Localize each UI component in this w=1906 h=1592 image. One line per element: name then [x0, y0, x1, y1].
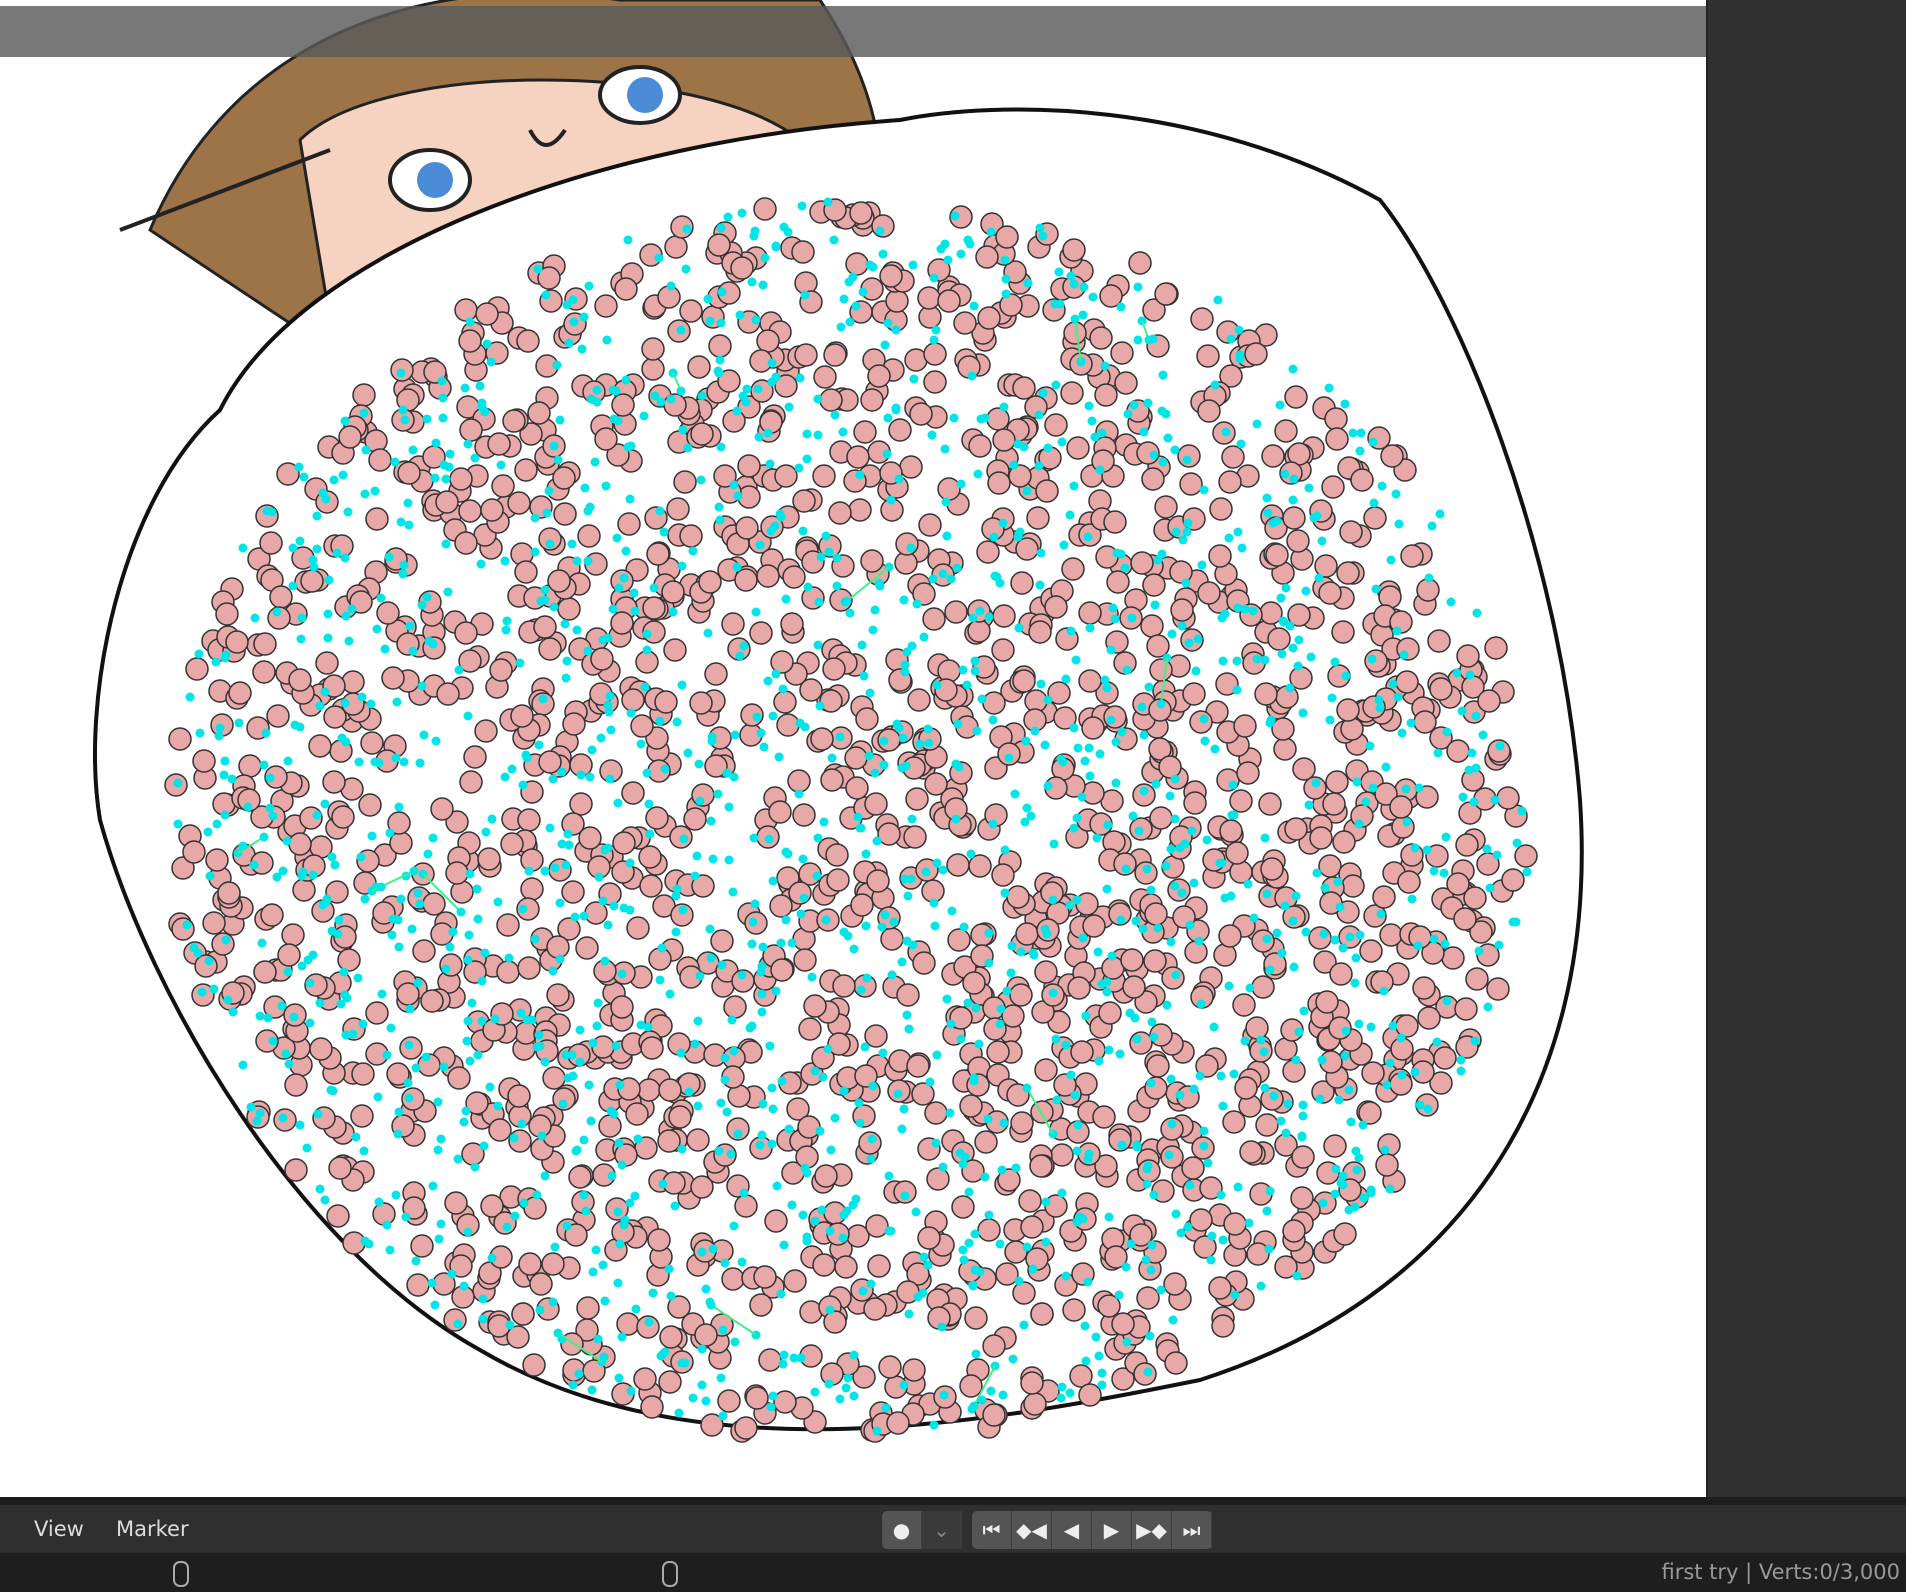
3d-viewport[interactable] — [0, 0, 1706, 1497]
area-divider[interactable] — [0, 1497, 1906, 1505]
prev-keyframe-button[interactable]: ◆◀ — [1012, 1511, 1052, 1549]
record-dropdown-icon[interactable]: ⌄ — [922, 1511, 962, 1549]
playback-controls: ⏮ ◆◀ ◀ ▶ ▶◆ ⏭ — [972, 1511, 1212, 1549]
play-button[interactable]: ▶ — [1092, 1511, 1132, 1549]
menu-view[interactable]: View — [34, 1517, 84, 1541]
record-group: ● ⌄ — [882, 1511, 962, 1549]
status-bar: first try | Verts:0/3,000 — [0, 1553, 1906, 1592]
next-keyframe-button[interactable]: ▶◆ — [1132, 1511, 1172, 1549]
record-button[interactable]: ● — [882, 1511, 922, 1549]
status-stats: first try | Verts:0/3,000 — [1661, 1560, 1900, 1584]
jump-start-button[interactable]: ⏮ — [972, 1511, 1012, 1549]
sidebar-panel — [1706, 0, 1906, 1497]
mouse-right-icon — [662, 1561, 678, 1587]
viewport-header — [0, 6, 1706, 57]
mouse-left-icon — [173, 1561, 189, 1587]
timeline-header: View Marker ● ⌄ ⏮ ◆◀ ◀ ▶ ▶◆ ⏭ — [0, 1505, 1906, 1553]
play-reverse-button[interactable]: ◀ — [1052, 1511, 1092, 1549]
jump-end-button[interactable]: ⏭ — [1172, 1511, 1212, 1549]
grease-pencil-canvas[interactable] — [0, 0, 1706, 1497]
menu-marker[interactable]: Marker — [116, 1517, 189, 1541]
